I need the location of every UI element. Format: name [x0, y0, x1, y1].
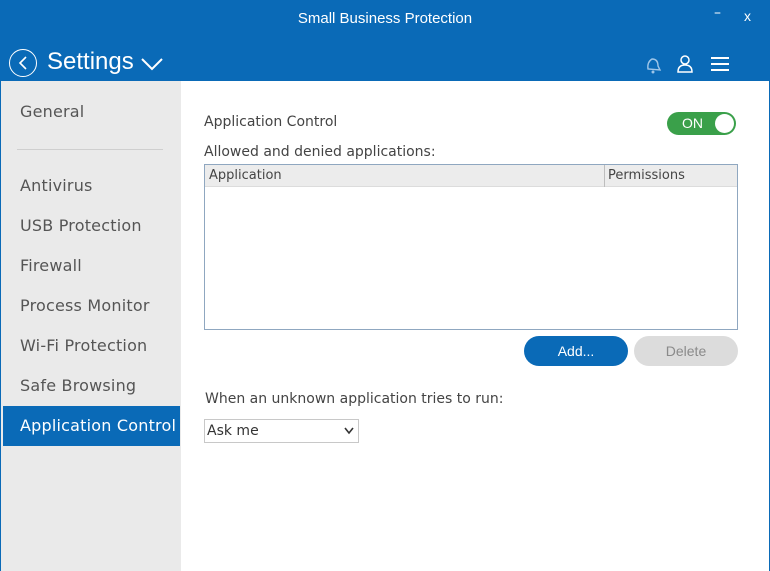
back-circle-icon [18, 56, 27, 70]
applications-table[interactable]: Application Permissions [204, 164, 738, 330]
sidebar-item-application-control[interactable]: Application Control [3, 406, 180, 446]
window-title: Small Business Protection [297, 10, 473, 27]
applications-list-label: Allowed and denied applications: [204, 144, 436, 160]
user-icon[interactable] [677, 55, 693, 73]
main-panel: Application Control ON Allowed and denie… [181, 81, 769, 571]
sidebar-item-general[interactable]: General [1, 92, 178, 132]
app-window: Small Business Protection – x Settings G… [0, 0, 770, 571]
title-bar: Small Business Protection – x Settings [1, 1, 769, 81]
toggle-knob [715, 114, 734, 133]
table-header: Application Permissions [205, 165, 737, 187]
section-label: Application Control [204, 114, 338, 130]
application-control-toggle[interactable]: ON [667, 112, 736, 135]
back-button[interactable] [9, 49, 37, 77]
page-title: Settings [47, 48, 134, 75]
toggle-label: ON [682, 115, 703, 131]
sidebar-divider [17, 149, 163, 150]
unknown-application-select[interactable]: Ask me [204, 419, 359, 443]
hamburger-menu-icon[interactable] [711, 56, 729, 72]
sidebar-item-safe-browsing[interactable]: Safe Browsing [1, 366, 178, 406]
unknown-application-label: When an unknown application tries to run… [205, 391, 504, 407]
delete-button[interactable]: Delete [634, 336, 738, 366]
chevron-down-icon [344, 427, 354, 435]
sidebar-item-firewall[interactable]: Firewall [1, 246, 178, 286]
sidebar: General Antivirus USB Protection Firewal… [1, 81, 181, 571]
bell-icon[interactable] [644, 55, 662, 75]
add-button[interactable]: Add... [524, 336, 628, 366]
sidebar-item-usb-protection[interactable]: USB Protection [1, 206, 178, 246]
select-value: Ask me [207, 423, 259, 439]
column-divider[interactable] [604, 165, 605, 187]
sidebar-item-process-monitor[interactable]: Process Monitor [1, 286, 178, 326]
close-button[interactable]: x [744, 8, 751, 24]
sidebar-item-antivirus[interactable]: Antivirus [1, 166, 178, 206]
minimize-button[interactable]: – [714, 5, 721, 21]
column-header-application[interactable]: Application [209, 168, 282, 183]
sidebar-item-wifi-protection[interactable]: Wi-Fi Protection [1, 326, 178, 366]
chevron-down-icon[interactable] [140, 57, 164, 71]
column-header-permissions[interactable]: Permissions [608, 168, 685, 183]
